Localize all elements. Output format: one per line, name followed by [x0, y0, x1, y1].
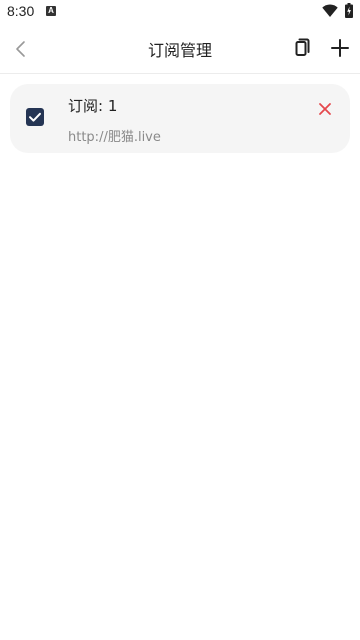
status-bar: 8:30 A: [0, 0, 360, 24]
enable-checkbox[interactable]: [26, 108, 44, 126]
subscription-card[interactable]: 订阅: 1 http://肥猫.live: [10, 84, 350, 153]
delete-x-icon[interactable]: [316, 100, 334, 118]
subscription-name: 订阅: 1: [68, 97, 118, 115]
subscription-url: http://肥猫.live: [68, 130, 161, 145]
wifi-icon: [322, 4, 338, 17]
app-bar: 订阅管理: [0, 24, 360, 74]
notification-a-icon: A: [46, 6, 56, 16]
copy-icon[interactable]: [290, 37, 312, 59]
status-time: 8:30: [7, 3, 35, 19]
battery-icon: [345, 3, 353, 18]
check-icon: [29, 112, 41, 122]
screen: 8:30 A 订阅管理 订阅: 1 http://肥猫.live: [0, 0, 360, 640]
add-icon[interactable]: [328, 36, 352, 60]
